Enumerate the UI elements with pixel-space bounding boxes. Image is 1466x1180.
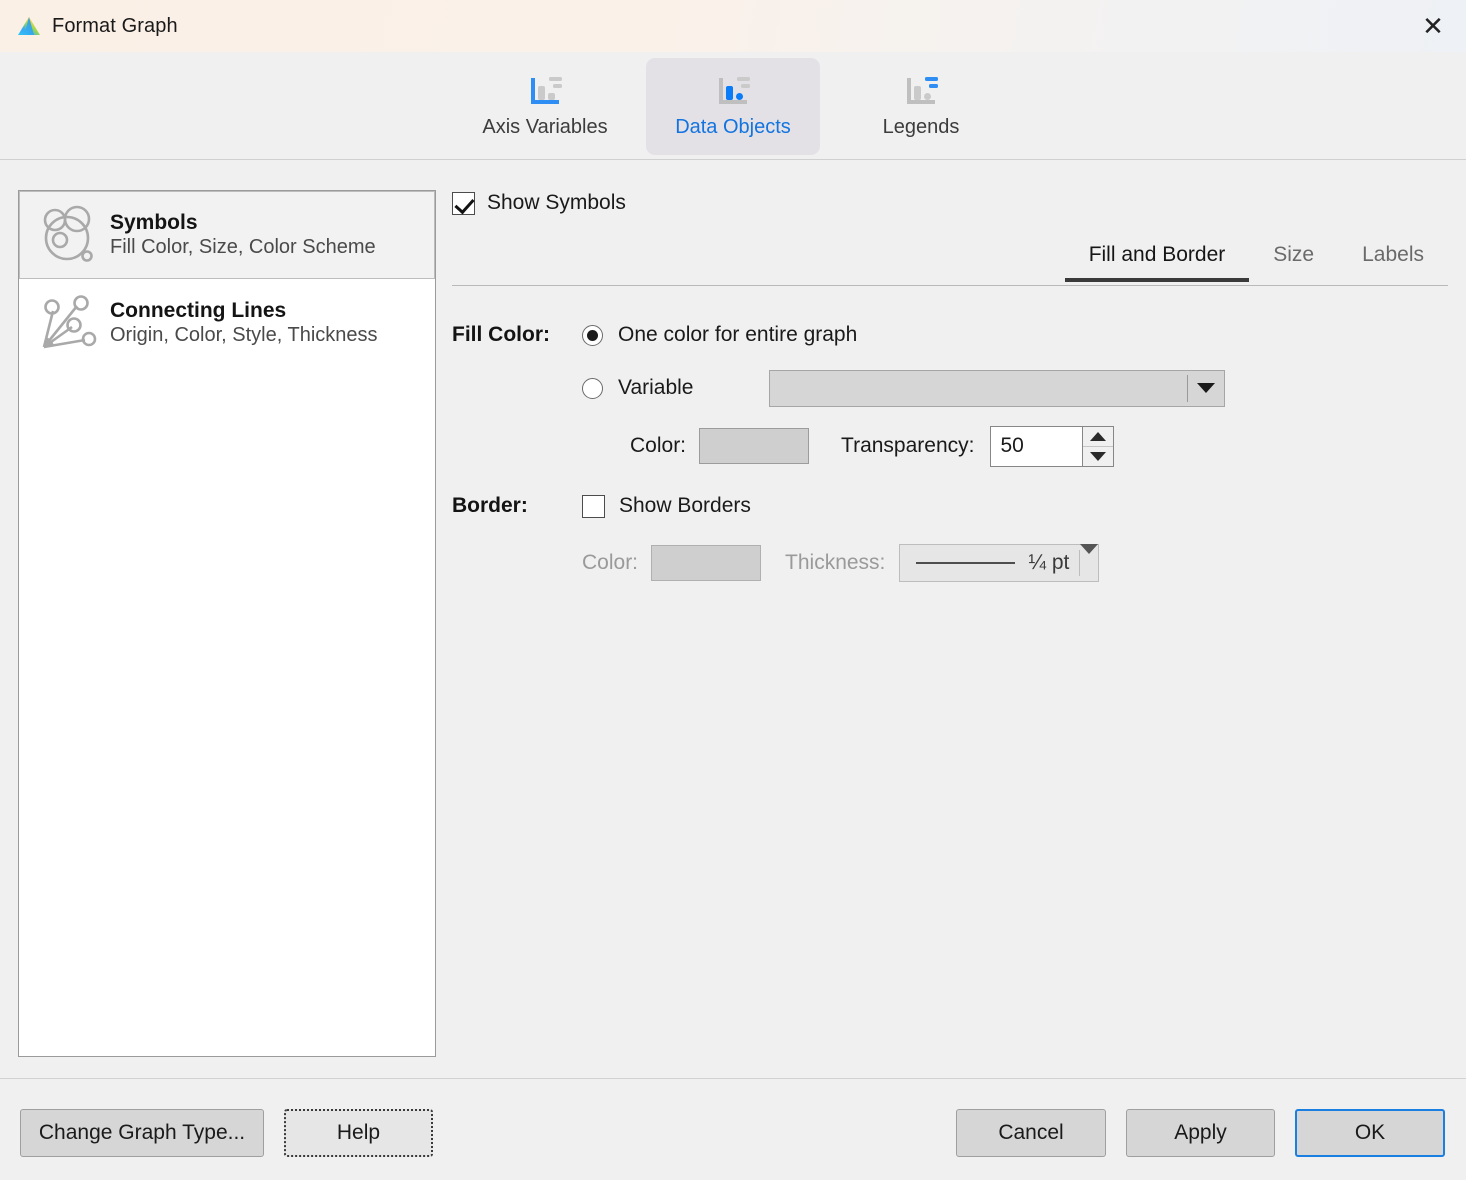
transparency-stepper[interactable]: 50 <box>990 425 1115 467</box>
connecting-lines-icon <box>36 293 98 353</box>
chevron-down-icon <box>1080 544 1099 572</box>
border-color-swatch[interactable] <box>651 545 762 581</box>
graph-object-list: Symbols Fill Color, Size, Color Scheme C… <box>18 190 436 1057</box>
tab-label: Legends <box>882 115 960 138</box>
prism-triangle-icon <box>16 13 42 39</box>
tab-label: Axis Variables <box>482 115 608 138</box>
sub-tab-bar: Fill and Border Size Labels <box>452 235 1448 286</box>
radio-variable[interactable] <box>582 377 603 399</box>
border-thickness-label: Thickness: <box>785 551 886 574</box>
window-title: Format Graph <box>52 14 178 37</box>
transparency-spin-buttons <box>1082 425 1115 467</box>
footer-bar: Change Graph Type... Help Cancel Apply O… <box>0 1079 1466 1180</box>
border-color-label: Color: <box>582 551 639 574</box>
tab-strip: Axis Variables Data Objects Legends <box>0 52 1466 160</box>
fill-color-label: Color: <box>630 434 687 457</box>
show-borders-checkbox[interactable] <box>582 494 605 518</box>
radio-one-color-label: One color for entire graph <box>618 323 858 346</box>
title-bar: Format Graph ✕ <box>0 0 1466 52</box>
tab-legends[interactable]: Legends <box>834 58 1008 155</box>
list-item-title: Symbols <box>110 211 198 234</box>
show-borders-label: Show Borders <box>619 494 751 517</box>
border-show-row: Border: Show Borders <box>452 485 1448 527</box>
fill-variable-dropdown[interactable] <box>769 369 1225 407</box>
list-item-connecting-lines[interactable]: Connecting Lines Origin, Color, Style, T… <box>19 279 435 367</box>
subtab-labels[interactable]: Labels <box>1338 235 1448 281</box>
close-icon[interactable]: ✕ <box>1400 0 1466 52</box>
radio-one-color[interactable] <box>582 324 603 346</box>
line-preview-icon <box>916 562 1015 564</box>
list-item-title: Connecting Lines <box>110 299 287 322</box>
tab-strip-divider <box>0 159 1466 160</box>
tab-label: Data Objects <box>675 115 791 138</box>
transparency-label: Transparency: <box>841 434 975 457</box>
tab-axis-variables[interactable]: Axis Variables <box>458 58 632 155</box>
spinner-down-icon[interactable] <box>1083 445 1114 466</box>
border-thickness-value: ¼ pt <box>1028 551 1070 574</box>
fill-color-swatch[interactable] <box>699 428 810 464</box>
ok-button[interactable]: OK <box>1295 1109 1445 1157</box>
axis-variables-icon <box>525 74 565 110</box>
transparency-input[interactable]: 50 <box>990 425 1083 467</box>
fill-color-swatch-row: Color: Transparency: 50 <box>452 422 1448 470</box>
apply-button[interactable]: Apply <box>1126 1109 1275 1157</box>
border-section-label: Border: <box>452 494 528 517</box>
subtab-size[interactable]: Size <box>1249 235 1338 281</box>
list-item-text: Symbols Fill Color, Size, Color Scheme <box>110 211 376 259</box>
spinner-up-icon[interactable] <box>1083 427 1113 446</box>
list-item-subtitle: Fill Color, Size, Color Scheme <box>110 236 376 258</box>
change-graph-type-button[interactable]: Change Graph Type... <box>20 1109 264 1157</box>
subtab-fill-and-border[interactable]: Fill and Border <box>1064 235 1250 282</box>
data-objects-icon <box>713 74 753 110</box>
symbols-circles-icon <box>36 205 98 265</box>
tab-data-objects[interactable]: Data Objects <box>646 57 820 155</box>
fill-color-one-color-row: Fill Color: One color for entire graph <box>452 314 1448 356</box>
properties-panel: Show Symbols Fill and Border Size Labels… <box>452 185 1448 1065</box>
help-button[interactable]: Help <box>284 1109 433 1157</box>
list-item-symbols[interactable]: Symbols Fill Color, Size, Color Scheme <box>19 191 435 279</box>
border-color-row: Color: Thickness: ¼ pt <box>452 539 1448 587</box>
list-item-subtitle: Origin, Color, Style, Thickness <box>110 324 378 346</box>
list-item-text: Connecting Lines Origin, Color, Style, T… <box>110 299 378 347</box>
chevron-down-icon <box>1188 383 1224 393</box>
legends-icon <box>901 74 941 110</box>
cancel-button[interactable]: Cancel <box>956 1109 1106 1157</box>
fill-color-section-label: Fill Color: <box>452 323 550 346</box>
fill-and-border-form: Fill Color: One color for entire graph V… <box>452 314 1448 587</box>
show-symbols-checkbox[interactable] <box>452 191 475 215</box>
show-symbols-label: Show Symbols <box>487 191 626 214</box>
border-thickness-dropdown[interactable]: ¼ pt <box>899 544 1100 582</box>
radio-variable-label: Variable <box>618 376 694 399</box>
fill-color-variable-row: Variable <box>452 367 1448 409</box>
show-symbols-row: Show Symbols <box>452 185 1448 221</box>
